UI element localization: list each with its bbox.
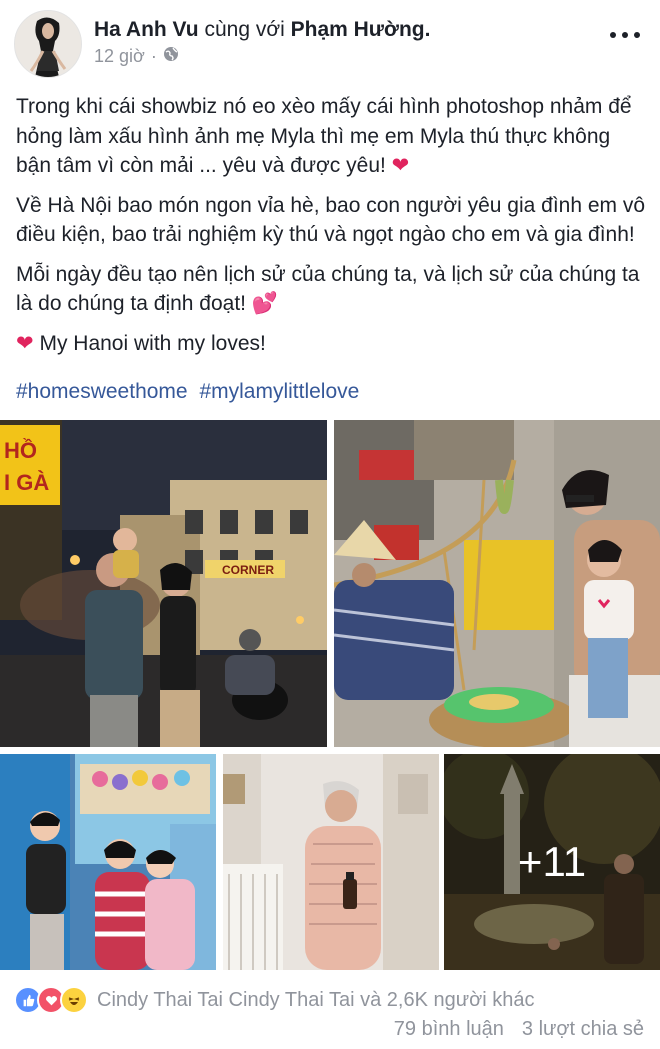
avatar[interactable] bbox=[14, 10, 82, 78]
shop-sign-text: HỒ bbox=[4, 438, 37, 463]
author-name[interactable]: Ha Anh Vu bbox=[94, 18, 199, 41]
hashtag-link[interactable]: #mylamylittlelove bbox=[199, 380, 359, 403]
post-meta: 12 giờ · bbox=[94, 46, 179, 67]
post-paragraph-1: Trong khi cái showbiz nó eo xèo mấy cái … bbox=[16, 95, 632, 177]
hashtags: #homesweethome #mylamylittlelove bbox=[16, 380, 365, 404]
globe-icon[interactable] bbox=[163, 46, 179, 67]
tagged-name[interactable]: Phạm Hường. bbox=[291, 18, 431, 41]
post-paragraph-3: Mỗi ngày đều tạo nên lịch sử của chúng t… bbox=[16, 262, 640, 316]
more-photos-overlay[interactable]: +11 bbox=[444, 754, 660, 970]
post-paragraph-4: ❤ My Hanoi with my loves! bbox=[16, 331, 266, 355]
heart-icon: ❤ bbox=[16, 331, 34, 355]
two-hearts-icon: 💕 bbox=[251, 292, 279, 315]
photo-more[interactable]: +11 bbox=[444, 754, 660, 970]
haha-icon bbox=[60, 986, 88, 1014]
post-paragraph-2: Về Hà Nội bao món ngon vỉa hè, bao con n… bbox=[16, 193, 646, 247]
post-time[interactable]: 12 giờ bbox=[94, 46, 145, 67]
more-photos-count: +11 bbox=[517, 838, 587, 885]
heart-icon: ❤ bbox=[391, 154, 410, 177]
shop-sign-text: I GÀ bbox=[4, 470, 49, 495]
reactions-bar[interactable]: Cindy Thai Tai Cindy Thai Tai và 2,6K ng… bbox=[14, 986, 534, 1014]
more-options-icon[interactable] bbox=[610, 30, 640, 40]
photo-street-vendor[interactable] bbox=[334, 420, 660, 747]
post-header: Ha Anh Vu cùng với Phạm Hường. 12 giờ · bbox=[0, 0, 660, 90]
reaction-summary[interactable]: Cindy Thai Tai Cindy Thai Tai và 2,6K ng… bbox=[97, 989, 534, 1012]
with-text: cùng với bbox=[204, 18, 285, 41]
comments-count[interactable]: 79 bình luận bbox=[394, 1018, 504, 1041]
photo-grandmother[interactable] bbox=[223, 754, 439, 970]
photo-kids-hugging[interactable] bbox=[0, 754, 216, 970]
photo-night-street[interactable]: HỒ I GÀ CORNER bbox=[0, 420, 327, 747]
post-stats: 79 bình luận 3 lượt chia sẻ bbox=[394, 1018, 644, 1041]
dot-separator: · bbox=[150, 46, 157, 66]
post-body: Trong khi cái showbiz nó eo xèo mấy cái … bbox=[16, 92, 646, 368]
author-line: Ha Anh Vu cùng với Phạm Hường. bbox=[94, 16, 430, 44]
shares-count[interactable]: 3 lượt chia sẻ bbox=[522, 1018, 644, 1041]
hashtag-link[interactable]: #homesweethome bbox=[16, 380, 188, 403]
shop-sign-text: CORNER bbox=[222, 563, 274, 577]
